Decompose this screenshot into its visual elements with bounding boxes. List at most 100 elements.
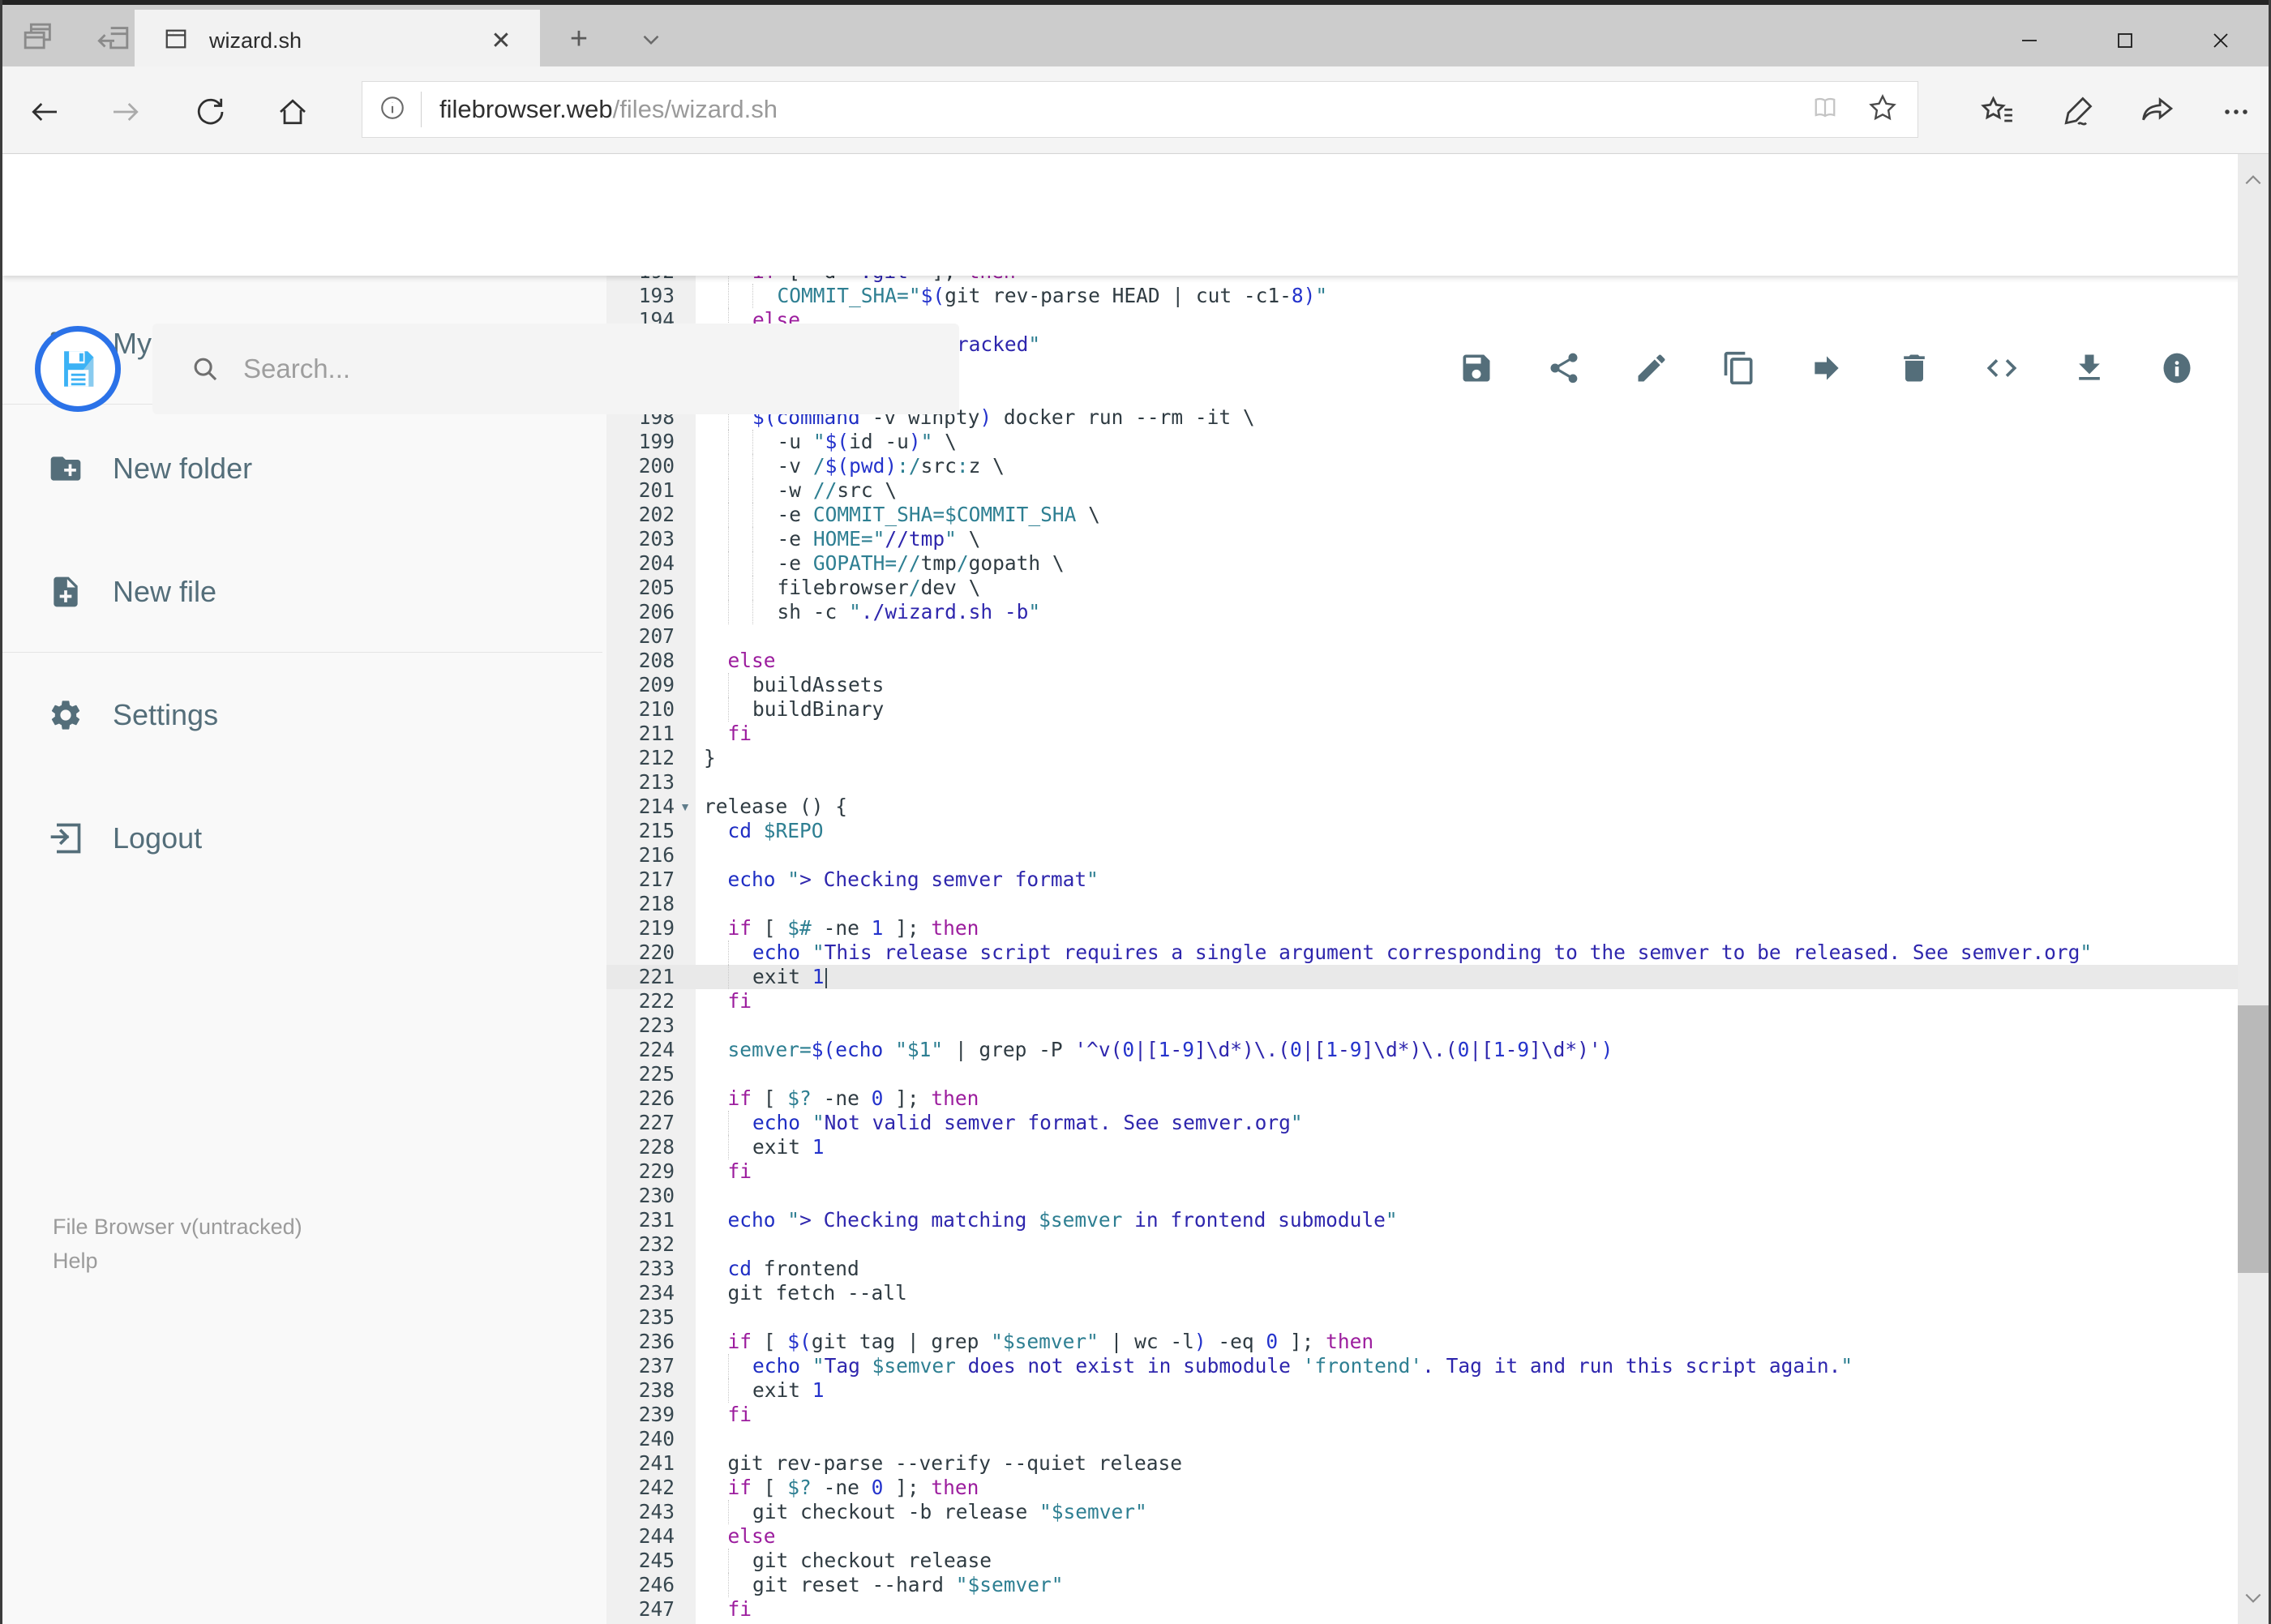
delete-icon[interactable]	[1896, 350, 1932, 386]
code-line[interactable]: 203 -e HOME="//tmp" \	[606, 527, 2243, 551]
code-line[interactable]: 222 fi	[606, 989, 2243, 1013]
set-tabs-aside-icon[interactable]	[93, 16, 135, 58]
tab-close-icon[interactable]: ✕	[485, 27, 517, 55]
favorites-hub-icon[interactable]	[1977, 91, 2019, 133]
scrollbar-thumb[interactable]	[2238, 1005, 2269, 1273]
code-line[interactable]: 192 if [ -d ".git" ]; then	[606, 276, 2243, 284]
line-number: 193	[638, 284, 675, 307]
code-line[interactable]: 231 echo "> Checking matching $semver in…	[606, 1208, 2243, 1232]
sidebar-item-new-folder[interactable]: New folder	[2, 430, 606, 508]
code-line[interactable]: 213	[606, 770, 2243, 795]
code-line[interactable]: 241 git rev-parse --verify --quiet relea…	[606, 1451, 2243, 1476]
share-icon[interactable]	[1546, 350, 1582, 386]
info-icon[interactable]	[2159, 350, 2195, 386]
back-button[interactable]	[28, 96, 61, 128]
tab-preview-icon[interactable]	[17, 16, 59, 58]
share-icon-browser[interactable]	[2136, 91, 2178, 133]
filebrowser-logo[interactable]	[35, 326, 121, 412]
save-icon[interactable]	[1459, 350, 1494, 386]
code-line[interactable]: 208 else	[606, 649, 2243, 673]
edit-icon[interactable]	[1634, 350, 1669, 386]
code-line[interactable]: 235	[606, 1305, 2243, 1330]
move-icon[interactable]	[1809, 350, 1845, 386]
code-line[interactable]: 228 exit 1	[606, 1135, 2243, 1159]
code-line[interactable]: 224 semver=$(echo "$1" | grep -P '^v(0|[…	[606, 1038, 2243, 1062]
fold-gutter	[675, 1476, 696, 1500]
code-line[interactable]: 230	[606, 1184, 2243, 1208]
code-line[interactable]: 226 if [ $? -ne 0 ]; then	[606, 1086, 2243, 1111]
code-line[interactable]: 239 fi	[606, 1403, 2243, 1427]
sidebar-item-settings[interactable]: Settings	[2, 676, 606, 754]
code-line[interactable]: 233 cd frontend	[606, 1257, 2243, 1281]
refresh-button[interactable]	[194, 96, 226, 128]
code-line[interactable]: 238 exit 1	[606, 1378, 2243, 1403]
help-link[interactable]: Help	[53, 1244, 302, 1278]
page-scrollbar[interactable]	[2238, 154, 2269, 1624]
fold-marker-icon[interactable]: ▼	[675, 795, 696, 819]
code-line[interactable]: 221 exit 1	[606, 965, 2243, 989]
code-line[interactable]: 211 fi	[606, 722, 2243, 746]
code-line[interactable]: 212}	[606, 746, 2243, 770]
code-line[interactable]: 193 COMMIT_SHA="$(git rev-parse HEAD | c…	[606, 284, 2243, 308]
code-line[interactable]: 242 if [ $? -ne 0 ]; then	[606, 1476, 2243, 1500]
code-line[interactable]: 227 echo "Not valid semver format. See s…	[606, 1111, 2243, 1135]
browser-window: wizard.sh ✕ + filebrowser.web /files/wiz…	[0, 0, 2271, 1624]
more-options-icon[interactable]	[2215, 91, 2257, 133]
reading-view-icon[interactable]	[1810, 93, 1840, 126]
code-line[interactable]: 215 cd $REPO	[606, 819, 2243, 843]
scroll-up-icon[interactable]	[2238, 162, 2269, 198]
code-line[interactable]: 247 fi	[606, 1597, 2243, 1622]
forward-button[interactable]	[109, 96, 142, 128]
code-line[interactable]: 225	[606, 1062, 2243, 1086]
code-line[interactable]: 206 sh -c "./wizard.sh -b"	[606, 600, 2243, 624]
close-window-button[interactable]	[2173, 10, 2269, 71]
home-button[interactable]	[276, 96, 309, 128]
code-line[interactable]: 199 -u "$(id -u)" \	[606, 430, 2243, 454]
code-editor[interactable]: 192 if [ -d ".git" ]; then193 COMMIT_SHA…	[606, 276, 2243, 1624]
code-line[interactable]: 243 git checkout -b release "$semver"	[606, 1500, 2243, 1524]
code-line[interactable]: 201 -w //src \	[606, 478, 2243, 503]
search-box[interactable]	[152, 324, 959, 414]
code-line[interactable]: 232	[606, 1232, 2243, 1257]
fold-gutter	[675, 965, 696, 989]
maximize-button[interactable]	[2077, 10, 2173, 71]
code-line[interactable]: 237 echo "Tag $semver does not exist in …	[606, 1354, 2243, 1378]
code-line[interactable]: 205 filebrowser/dev \	[606, 576, 2243, 600]
browser-tab[interactable]: wizard.sh ✕	[135, 10, 540, 71]
code-line[interactable]: 218	[606, 892, 2243, 916]
line-number: 203	[638, 527, 675, 551]
scroll-down-icon[interactable]	[2238, 1580, 2269, 1616]
address-bar[interactable]: filebrowser.web/files/wizard.sh	[362, 81, 1918, 138]
code-line[interactable]: 223	[606, 1013, 2243, 1038]
code-line[interactable]: 219 if [ $# -ne 1 ]; then	[606, 916, 2243, 941]
code-line[interactable]: 207	[606, 624, 2243, 649]
search-input[interactable]	[242, 353, 893, 385]
web-notes-pen-icon[interactable]	[2056, 91, 2098, 133]
add-favorite-star-icon[interactable]	[1867, 92, 1898, 127]
code-line[interactable]: 217 echo "> Checking semver format"	[606, 868, 2243, 892]
sidebar-item-new-file[interactable]: New file	[2, 553, 606, 631]
site-info-icon[interactable]	[379, 94, 406, 126]
copy-icon[interactable]	[1721, 350, 1757, 386]
tab-list-chevron-icon[interactable]	[631, 21, 671, 58]
code-line[interactable]: 245 git checkout release	[606, 1549, 2243, 1573]
code-line[interactable]: 236 if [ $(git tag | grep "$semver" | wc…	[606, 1330, 2243, 1354]
code-line[interactable]: 214 ▼ release () {	[606, 795, 2243, 819]
code-line[interactable]: 204 -e GOPATH=//tmp/gopath \	[606, 551, 2243, 576]
sidebar-item-logout[interactable]: Logout	[2, 799, 606, 877]
code-line[interactable]: 216	[606, 843, 2243, 868]
code-line[interactable]: 244 else	[606, 1524, 2243, 1549]
download-icon[interactable]	[2072, 350, 2107, 386]
code-line[interactable]: 240	[606, 1427, 2243, 1451]
code-line[interactable]: 200 -v /$(pwd):/src:z \	[606, 454, 2243, 478]
code-line[interactable]: 229 fi	[606, 1159, 2243, 1184]
code-line[interactable]: 220 echo "This release script requires a…	[606, 941, 2243, 965]
new-tab-button[interactable]: +	[559, 21, 599, 58]
code-line[interactable]: 246 git reset --hard "$semver"	[606, 1573, 2243, 1597]
code-line[interactable]: 202 -e COMMIT_SHA=$COMMIT_SHA \	[606, 503, 2243, 527]
code-line[interactable]: 234 git fetch --all	[606, 1281, 2243, 1305]
code-icon[interactable]	[1984, 350, 2020, 386]
code-line[interactable]: 210 buildBinary	[606, 697, 2243, 722]
minimize-button[interactable]	[1982, 10, 2077, 71]
code-line[interactable]: 209 buildAssets	[606, 673, 2243, 697]
